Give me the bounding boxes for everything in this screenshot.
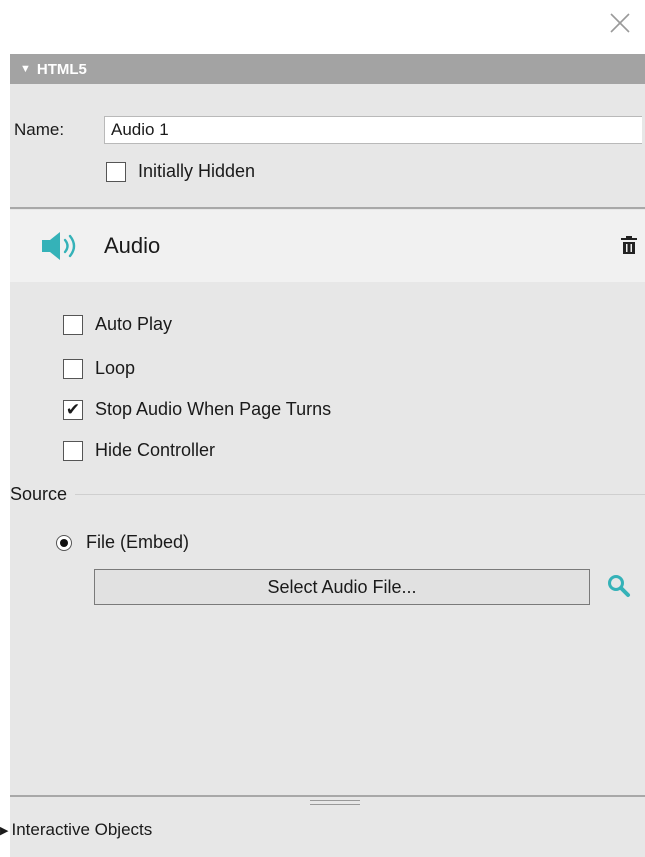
hide-controller-label: Hide Controller (95, 440, 216, 460)
file-embed-radio-row[interactable]: File (Embed) (56, 532, 189, 553)
source-divider (75, 494, 645, 495)
triangle-right-icon: ▶ (0, 824, 9, 837)
auto-play-checkbox-row[interactable]: Auto Play (63, 314, 172, 335)
hide-controller-checkbox[interactable] (63, 440, 83, 461)
stop-audio-checkbox[interactable]: ✔ (63, 399, 83, 420)
loop-label: Loop (95, 358, 136, 378)
html5-section-header[interactable]: ▼ HTML5 (10, 54, 645, 84)
name-label: Name: (14, 120, 65, 139)
name-row: Name: (14, 116, 642, 144)
stop-audio-checkbox-row[interactable]: ✔ Stop Audio When Page Turns (63, 399, 331, 420)
close-icon[interactable] (609, 12, 631, 34)
audio-title: Audio (104, 233, 161, 258)
panel-bottom-divider (10, 795, 645, 797)
section-divider (10, 207, 645, 209)
search-icon[interactable] (606, 573, 632, 599)
select-audio-file-button[interactable]: Select Audio File... (94, 569, 590, 605)
interactive-objects-label: Interactive Objects (11, 820, 153, 839)
trash-icon[interactable] (621, 236, 637, 254)
source-group-header: Source (10, 484, 645, 505)
file-embed-label: File (Embed) (86, 532, 190, 552)
audio-widget-header: Audio (10, 210, 645, 282)
hide-controller-checkbox-row[interactable]: Hide Controller (63, 440, 215, 461)
initially-hidden-checkbox-row[interactable]: Initially Hidden (106, 161, 255, 182)
initially-hidden-label: Initially Hidden (138, 161, 256, 181)
interactive-objects-section-header[interactable]: ▶ Interactive Objects (0, 820, 152, 840)
checkmark-icon: ✔ (65, 400, 81, 419)
initially-hidden-checkbox[interactable] (106, 161, 126, 182)
properties-panel: ▼ HTML5 Name: Initially Hidden Audio Aut… (10, 54, 645, 857)
triangle-down-icon: ▼ (20, 63, 31, 75)
section-title: HTML5 (36, 60, 87, 78)
loop-checkbox[interactable] (63, 358, 83, 379)
name-input[interactable] (104, 116, 642, 144)
file-embed-radio[interactable] (56, 534, 72, 551)
radio-selected-dot (60, 538, 68, 547)
speaker-icon (42, 232, 76, 260)
auto-play-label: Auto Play (95, 314, 173, 334)
auto-play-checkbox[interactable] (63, 314, 83, 335)
source-label: Source (10, 484, 68, 504)
stop-audio-label: Stop Audio When Page Turns (95, 399, 332, 419)
loop-checkbox-row[interactable]: Loop (63, 358, 135, 379)
resize-grip[interactable] (310, 800, 360, 806)
